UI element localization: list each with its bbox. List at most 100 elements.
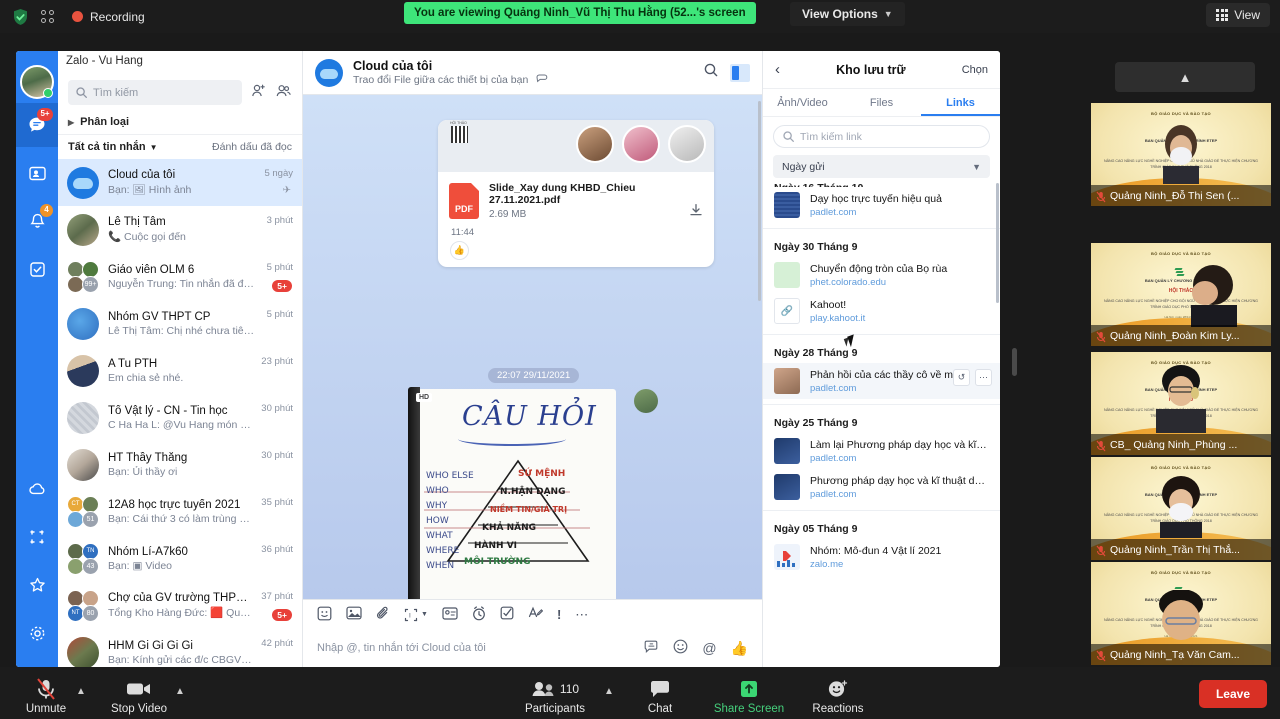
share-icon[interactable]: ↺ <box>953 369 970 386</box>
tag-icon[interactable] <box>536 74 549 87</box>
list-item[interactable]: A Tu PTH Em chia sẻ nhé. 23 phút <box>58 347 302 394</box>
more-icon[interactable]: ⋯ <box>575 607 589 623</box>
tab-photos-videos[interactable]: Ảnh/Video <box>763 89 842 116</box>
links-list[interactable]: Ngày 16 Tháng 10 Dạy học trực tuyến hiệu… <box>763 183 1000 667</box>
attach-icon[interactable] <box>376 606 390 624</box>
chat-scrollbar[interactable] <box>758 101 761 301</box>
rail-item-contacts[interactable] <box>16 151 58 195</box>
rail-item-favorites[interactable] <box>16 563 58 607</box>
more-dots-icon[interactable]: ⋯ <box>975 369 992 386</box>
chat-messages-area[interactable]: HỘI THẢO PDF Slide_Xay dung KHBD_Chieu 2… <box>303 95 762 599</box>
rail-item-capture[interactable] <box>16 515 58 559</box>
recording-indicator[interactable]: Recording <box>72 10 145 24</box>
view-options-button[interactable]: View Options ▼ <box>790 2 905 26</box>
participants-options-caret[interactable]: ▲ <box>604 686 614 697</box>
participant-tile[interactable]: BỘ GIÁO DỤC VÀ ĐÀO TẠO BAN QUẢN LÝ CHƯƠN… <box>1091 103 1271 206</box>
list-item[interactable]: Nhóm GV THPT CP Lê Thị Tâm: Chị nhé chưa… <box>58 300 302 347</box>
viewing-screen-banner: You are viewing Quảng Ninh_Vũ Thị Thu Hằ… <box>404 2 756 24</box>
list-item[interactable]: Phản hồi của các thầy cô về modu padlet.… <box>763 363 1000 399</box>
list-item[interactable]: HT Thầy Thắng Bạn: Ủi thầy ơi 30 phút <box>58 441 302 488</box>
participant-tile[interactable]: BỘ GIÁO DỤC VÀ ĐÀO TẠO BAN QUẢN LÝ CHƯƠN… <box>1091 562 1271 665</box>
list-item[interactable]: TN 43 Nhóm Lí-A7k60 Bạn: ▣ Video 36 phút <box>58 535 302 582</box>
conversation-list[interactable]: Cloud của tôi Bạn: 🖼 Hình ảnh 5 ngày ✈ L… <box>58 159 302 667</box>
participant-tile[interactable]: BỘ GIÁO DỤC VÀ ĐÀO TẠO BAN QUẢN LÝ CHƯƠN… <box>1091 352 1271 455</box>
text-format-icon[interactable] <box>528 606 544 623</box>
participants-button[interactable]: 110 Participants <box>519 677 591 715</box>
shared-screen-resize-handle[interactable] <box>1012 348 1017 376</box>
message-input[interactable]: Nhập @, tin nhắn tới Cloud của tôi <box>317 642 486 654</box>
screenshot-icon[interactable]: I ▼ <box>404 608 428 622</box>
view-layout-button[interactable]: View <box>1206 3 1270 27</box>
conversation-search-row: Tìm kiếm <box>58 73 302 111</box>
search-input[interactable]: Tìm kiếm <box>68 80 242 105</box>
date-group-header: Ngày 28 Tháng 9 <box>774 347 858 359</box>
category-row[interactable]: ▶ Phân loại <box>58 111 302 135</box>
participant-tile[interactable]: BỘ GIÁO DỤC VÀ ĐÀO TẠO BAN QUẢN LÝ CHƯƠN… <box>1091 243 1271 346</box>
list-item[interactable]: 99+ Giáo viên OLM 6 Nguyễn Trung: Tin nh… <box>58 253 302 300</box>
thumbs-up-icon[interactable]: 👍 <box>731 640 748 657</box>
audio-options-caret[interactable]: ▲ <box>76 686 86 697</box>
rail-item-cloud[interactable] <box>16 467 58 511</box>
rail-item-todo[interactable] <box>16 247 58 291</box>
reminder-icon[interactable] <box>472 605 486 624</box>
list-item[interactable]: 🔗 Kahoot! play.kahoot.it <box>763 293 1000 329</box>
message-photo-card[interactable]: HD CÂU HỎI WHO ELSE WHO WHY HOW WHAT WHE… <box>408 387 658 599</box>
link-search-input[interactable]: Tìm kiếm link <box>773 125 990 148</box>
list-item[interactable]: Nhóm: Mô-đun 4 Vật lí 2021 zalo.me <box>763 539 1000 575</box>
whiteboard-photo[interactable]: CÂU HỎI WHO ELSE WHO WHY HOW WHAT WHERE … <box>420 389 616 599</box>
pdf-icon: PDF <box>449 183 479 219</box>
list-item[interactable]: Phương pháp dạy học và kĩ thuật dạy học … <box>763 469 1000 505</box>
strip-scroll-up-button[interactable]: ▲ <box>1115 62 1255 92</box>
filter-all-messages[interactable]: Tất cả tin nhắn ▼ <box>68 141 158 153</box>
quick-message-icon[interactable] <box>644 640 659 657</box>
share-screen-button[interactable]: Share Screen <box>713 677 785 715</box>
sticker-icon[interactable] <box>317 606 332 624</box>
select-button[interactable]: Chọn <box>962 64 988 76</box>
list-item[interactable]: NT 80 Chợ của GV trường THPT Cẩ... Tổng … <box>58 582 302 629</box>
link-domain: padlet.com <box>810 452 857 464</box>
list-item[interactable]: Lê Thị Tâm 📞 Cuộc gọi đến 3 phút <box>58 206 302 253</box>
thumbs-up-icon[interactable]: 👍 <box>450 241 469 260</box>
unmute-button[interactable]: Unmute <box>10 677 82 715</box>
image-icon[interactable] <box>346 606 362 623</box>
message-file-card[interactable]: HỘI THẢO PDF Slide_Xay dung KHBD_Chieu 2… <box>438 120 714 267</box>
tab-files[interactable]: Files <box>842 89 921 116</box>
add-friend-icon[interactable] <box>251 83 266 103</box>
business-card-icon[interactable] <box>442 606 458 623</box>
participant-tile[interactable]: BỘ GIÁO DỤC VÀ ĐÀO TẠO BAN QUẢN LÝ CHƯƠN… <box>1091 457 1271 560</box>
add-group-icon[interactable] <box>275 83 292 103</box>
list-item[interactable]: HHM Gi Gi Gi Gi Bạn: Kính gửi các đ/c CB… <box>58 629 302 667</box>
search-icon[interactable] <box>704 63 718 82</box>
todo-icon[interactable] <box>500 606 514 623</box>
message-photo-preview[interactable]: HỘI THẢO <box>438 120 714 172</box>
list-item[interactable]: Làm lại Phương pháp dạy học và kĩ thu...… <box>763 433 1000 469</box>
file-attachment[interactable]: PDF Slide_Xay dung KHBD_Chieu 27.11.2021… <box>438 172 714 224</box>
dots-grid-icon[interactable] <box>41 10 54 23</box>
avatar[interactable] <box>20 65 54 99</box>
download-icon[interactable] <box>689 203 703 220</box>
priority-icon[interactable]: ! <box>557 607 561 622</box>
shield-check-icon[interactable] <box>12 8 29 26</box>
emoji-icon[interactable] <box>673 639 688 657</box>
video-options-caret[interactable]: ▲ <box>175 686 185 697</box>
rail-item-settings[interactable] <box>16 611 58 655</box>
leave-button[interactable]: Leave <box>1198 680 1267 708</box>
list-item[interactable]: Cloud của tôi Bạn: 🖼 Hình ảnh 5 ngày ✈ <box>58 159 302 206</box>
rail-item-messages[interactable]: 5+ <box>16 103 58 147</box>
list-item[interactable]: Dạy học trực tuyến hiệu quả padlet.com <box>763 187 1000 223</box>
chevron-right-icon: ▶ <box>68 117 75 127</box>
list-item[interactable]: Tổ Vật lý - CN - Tin học C Ha Ha L: @Vu … <box>58 394 302 441</box>
tab-links[interactable]: Links <box>921 89 1000 116</box>
links-scrollbar[interactable] <box>996 183 999 303</box>
mention-icon[interactable]: @ <box>702 640 716 656</box>
list-item[interactable]: CT 51 12A8 học trực tuyến 2021 Bạn: Cái … <box>58 488 302 535</box>
stop-video-button[interactable]: Stop Video <box>103 677 175 715</box>
list-item[interactable]: Chuyển động tròn của Bọ rùa phet.colorad… <box>763 257 1000 293</box>
chat-button[interactable]: Chat <box>624 677 696 715</box>
rail-item-notifications[interactable]: 4 <box>16 199 58 243</box>
reactions-button[interactable]: Reactions <box>802 677 874 715</box>
sort-dropdown[interactable]: Ngày gửi ▼ <box>773 155 990 178</box>
side-panel-icon[interactable] <box>730 63 750 82</box>
message-input-row[interactable]: Nhập @, tin nhắn tới Cloud của tôi @ 👍 <box>303 629 762 667</box>
mark-read-button[interactable]: Đánh dấu đã đọc <box>212 141 292 153</box>
